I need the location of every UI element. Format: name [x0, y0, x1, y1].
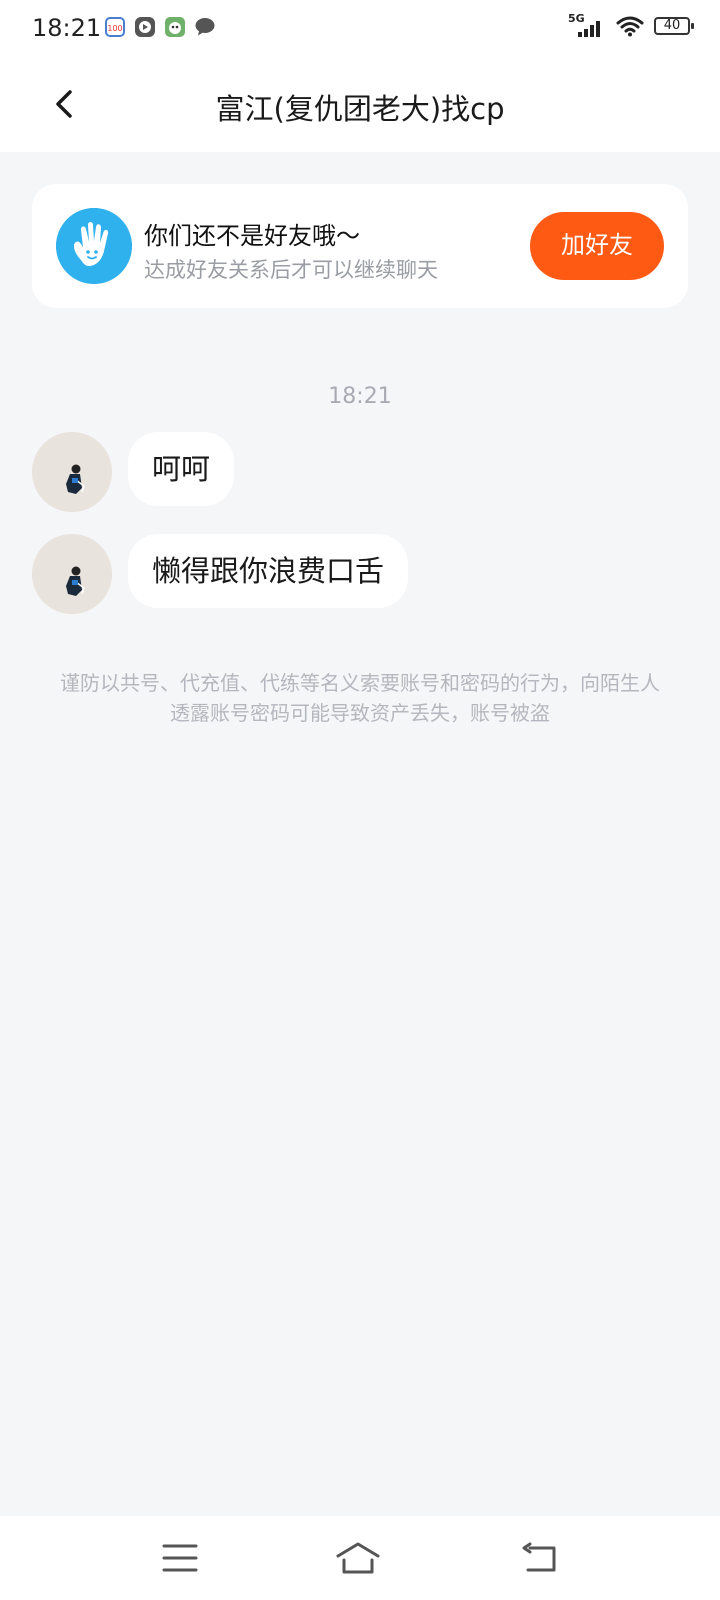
- notification-icons: 100: [104, 16, 216, 38]
- not-friend-subtitle: 达成好友关系后才可以继续聊天: [144, 258, 438, 282]
- back-icon: [522, 1542, 556, 1572]
- battery-indicator: 40: [654, 17, 694, 35]
- home-button[interactable]: [334, 1536, 382, 1580]
- chat-header: 富江(复仇团老大)找cp: [0, 56, 720, 152]
- not-friend-card: 你们还不是好友哦～ 达成好友关系后才可以继续聊天 加好友: [32, 184, 688, 308]
- message-timestamp: 18:21: [328, 384, 392, 409]
- waving-hand-icon: [56, 208, 132, 284]
- wifi-icon: [616, 16, 644, 37]
- video-play-icon: [135, 17, 155, 37]
- menu-button[interactable]: [156, 1536, 204, 1580]
- game-app-icon: [165, 17, 185, 37]
- menu-icon: [162, 1544, 198, 1572]
- not-friend-title: 你们还不是好友哦～: [144, 222, 360, 250]
- system-nav-bar: [0, 1516, 720, 1600]
- back-nav-button[interactable]: [516, 1536, 564, 1580]
- message-bubble[interactable]: 懒得跟你浪费口舌: [128, 534, 409, 608]
- system-icons: 5G 40: [568, 12, 694, 38]
- status-bar: 18:21 100 5G 40: [0, 0, 720, 56]
- avatar[interactable]: [32, 534, 112, 614]
- message-bubble[interactable]: 呵呵: [128, 432, 235, 506]
- calendar-app-icon: 100: [105, 17, 125, 37]
- signal-icon: 5G: [568, 12, 606, 38]
- message-bubble-icon: [195, 18, 215, 36]
- status-time: 18:21: [32, 14, 102, 42]
- chat-screen: 18:21 100 5G 40 富江(复仇团老大)找cp 你们还不是好友哦～ 达…: [0, 0, 720, 1600]
- security-warning: 谨防以共号、代充值、代练等名义索要账号和密码的行为，向陌生人透露账号密码可能导致…: [60, 671, 660, 725]
- add-friend-button[interactable]: 加好友: [530, 212, 664, 280]
- home-icon: [336, 1542, 380, 1574]
- svg-text:100: 100: [107, 24, 122, 33]
- page-title: 富江(复仇团老大)找cp: [215, 92, 505, 126]
- avatar[interactable]: [32, 432, 112, 512]
